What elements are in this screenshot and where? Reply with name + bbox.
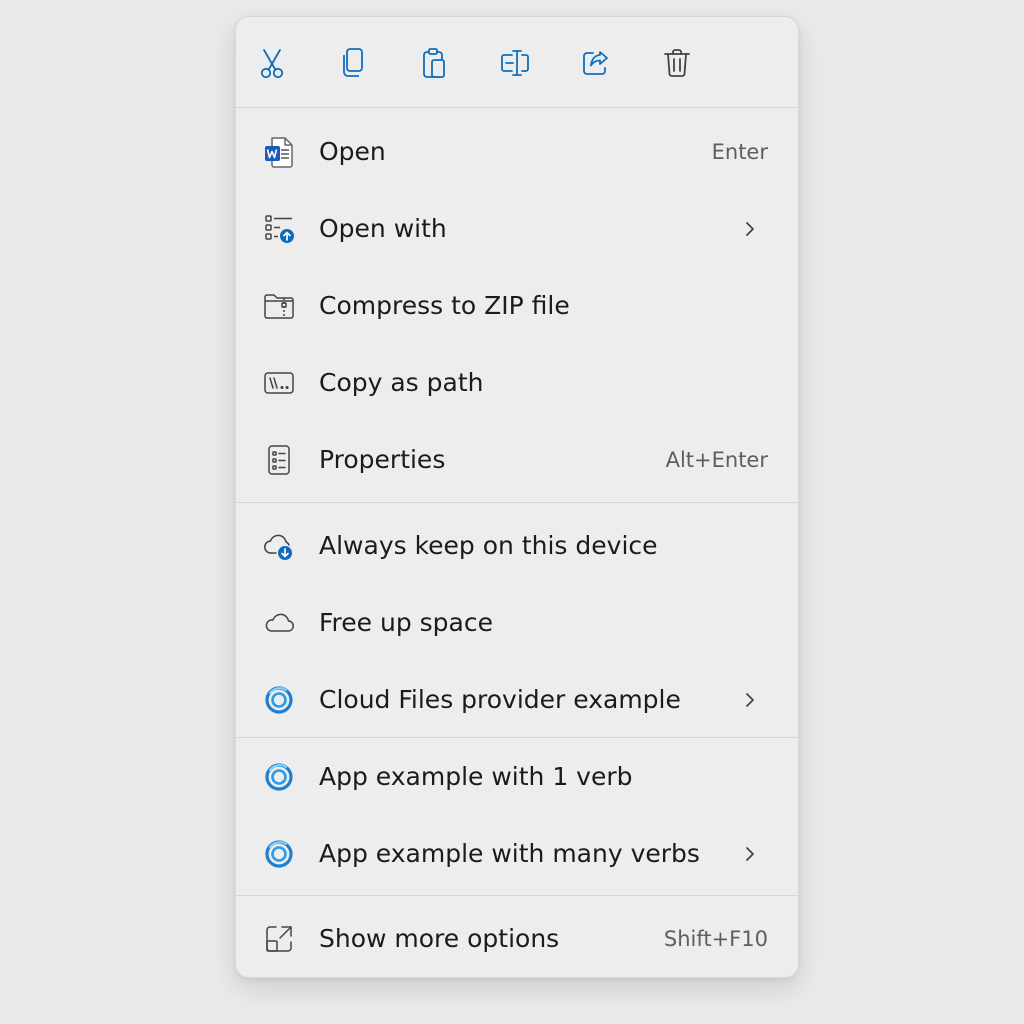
menu-item-label: Open with (319, 214, 447, 243)
menu-item-label: Cloud Files provider example (319, 685, 681, 714)
cloud-download-icon (262, 529, 296, 563)
menu-item-cloud-provider[interactable]: Cloud Files provider example (236, 665, 798, 735)
show-more-icon (262, 922, 296, 956)
menu-item-app-one-verb[interactable]: App example with 1 verb (236, 742, 798, 812)
copy-icon (343, 48, 363, 77)
cut-button[interactable] (250, 41, 294, 85)
word-document-icon (262, 135, 296, 169)
rename-button[interactable] (493, 41, 537, 85)
menu-item-free-up-space[interactable]: Free up space (236, 588, 798, 658)
menu-item-label: Properties (319, 445, 446, 474)
chevron-right-icon (746, 222, 754, 236)
menu-item-open[interactable]: Open Enter (236, 117, 798, 187)
quick-actions-toolbar (236, 17, 798, 107)
menu-item-label: Always keep on this device (319, 531, 658, 560)
menu-item-label: Free up space (319, 608, 493, 637)
menu-item-label: Open (319, 137, 386, 166)
shortcut-text: Enter (711, 140, 768, 164)
zip-folder-icon (262, 289, 296, 323)
menu-item-compress-zip[interactable]: Compress to ZIP file (236, 271, 798, 341)
cloud-icon (262, 606, 296, 640)
shortcut-text: Shift+F10 (663, 927, 768, 951)
share-icon (583, 51, 608, 75)
menu-item-label: Copy as path (319, 368, 484, 397)
menu-item-label: App example with many verbs (319, 839, 700, 868)
properties-icon (262, 443, 296, 477)
menu-item-label: Compress to ZIP file (319, 291, 570, 320)
cut-icon (260, 49, 284, 79)
app-ring-icon (262, 760, 296, 794)
rename-icon (501, 50, 529, 76)
app-ring-icon (262, 837, 296, 871)
separator (236, 895, 798, 896)
menu-item-always-keep[interactable]: Always keep on this device (236, 511, 798, 581)
menu-item-label: App example with 1 verb (319, 762, 633, 791)
separator (236, 737, 798, 738)
shortcut-text: Alt+Enter (665, 448, 768, 472)
menu-item-label: Show more options (319, 924, 560, 953)
share-button[interactable] (574, 41, 618, 85)
menu-item-open-with[interactable]: Open with (236, 194, 798, 264)
context-menu: Open Enter Open with Compress to ZIP fil… (235, 16, 799, 978)
copy-button[interactable] (331, 41, 375, 85)
delete-button[interactable] (655, 41, 699, 85)
chevron-right-icon (746, 847, 754, 861)
open-with-icon (262, 212, 296, 246)
menu-item-app-many-verbs[interactable]: App example with many verbs (236, 819, 798, 889)
menu-item-show-more-options[interactable]: Show more options Shift+F10 (236, 904, 798, 974)
copy-path-icon (262, 366, 296, 400)
separator (236, 502, 798, 503)
menu-item-copy-as-path[interactable]: Copy as path (236, 348, 798, 418)
app-ring-icon (262, 683, 296, 717)
menu-item-properties[interactable]: Properties Alt+Enter (236, 425, 798, 495)
separator (236, 107, 798, 108)
delete-icon (664, 49, 690, 77)
paste-icon (423, 48, 445, 78)
paste-button[interactable] (412, 41, 456, 85)
chevron-right-icon (746, 693, 754, 707)
